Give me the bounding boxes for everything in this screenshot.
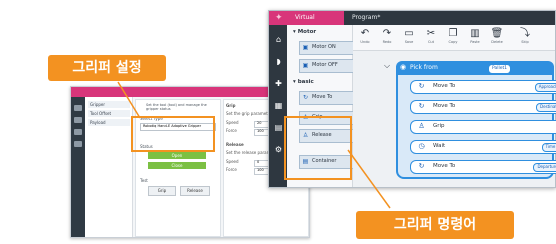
- gripper-command-highlight: [284, 116, 352, 180]
- gripper-setting-callout: 그리퍼 설정: [48, 55, 166, 81]
- gripper-setting-highlight: [131, 116, 215, 152]
- command-connector: [347, 149, 391, 209]
- callout-connectors: [117, 81, 391, 209]
- setting-connector: [117, 81, 141, 119]
- gripper-commands-callout: 그리퍼 명령어: [356, 211, 514, 239]
